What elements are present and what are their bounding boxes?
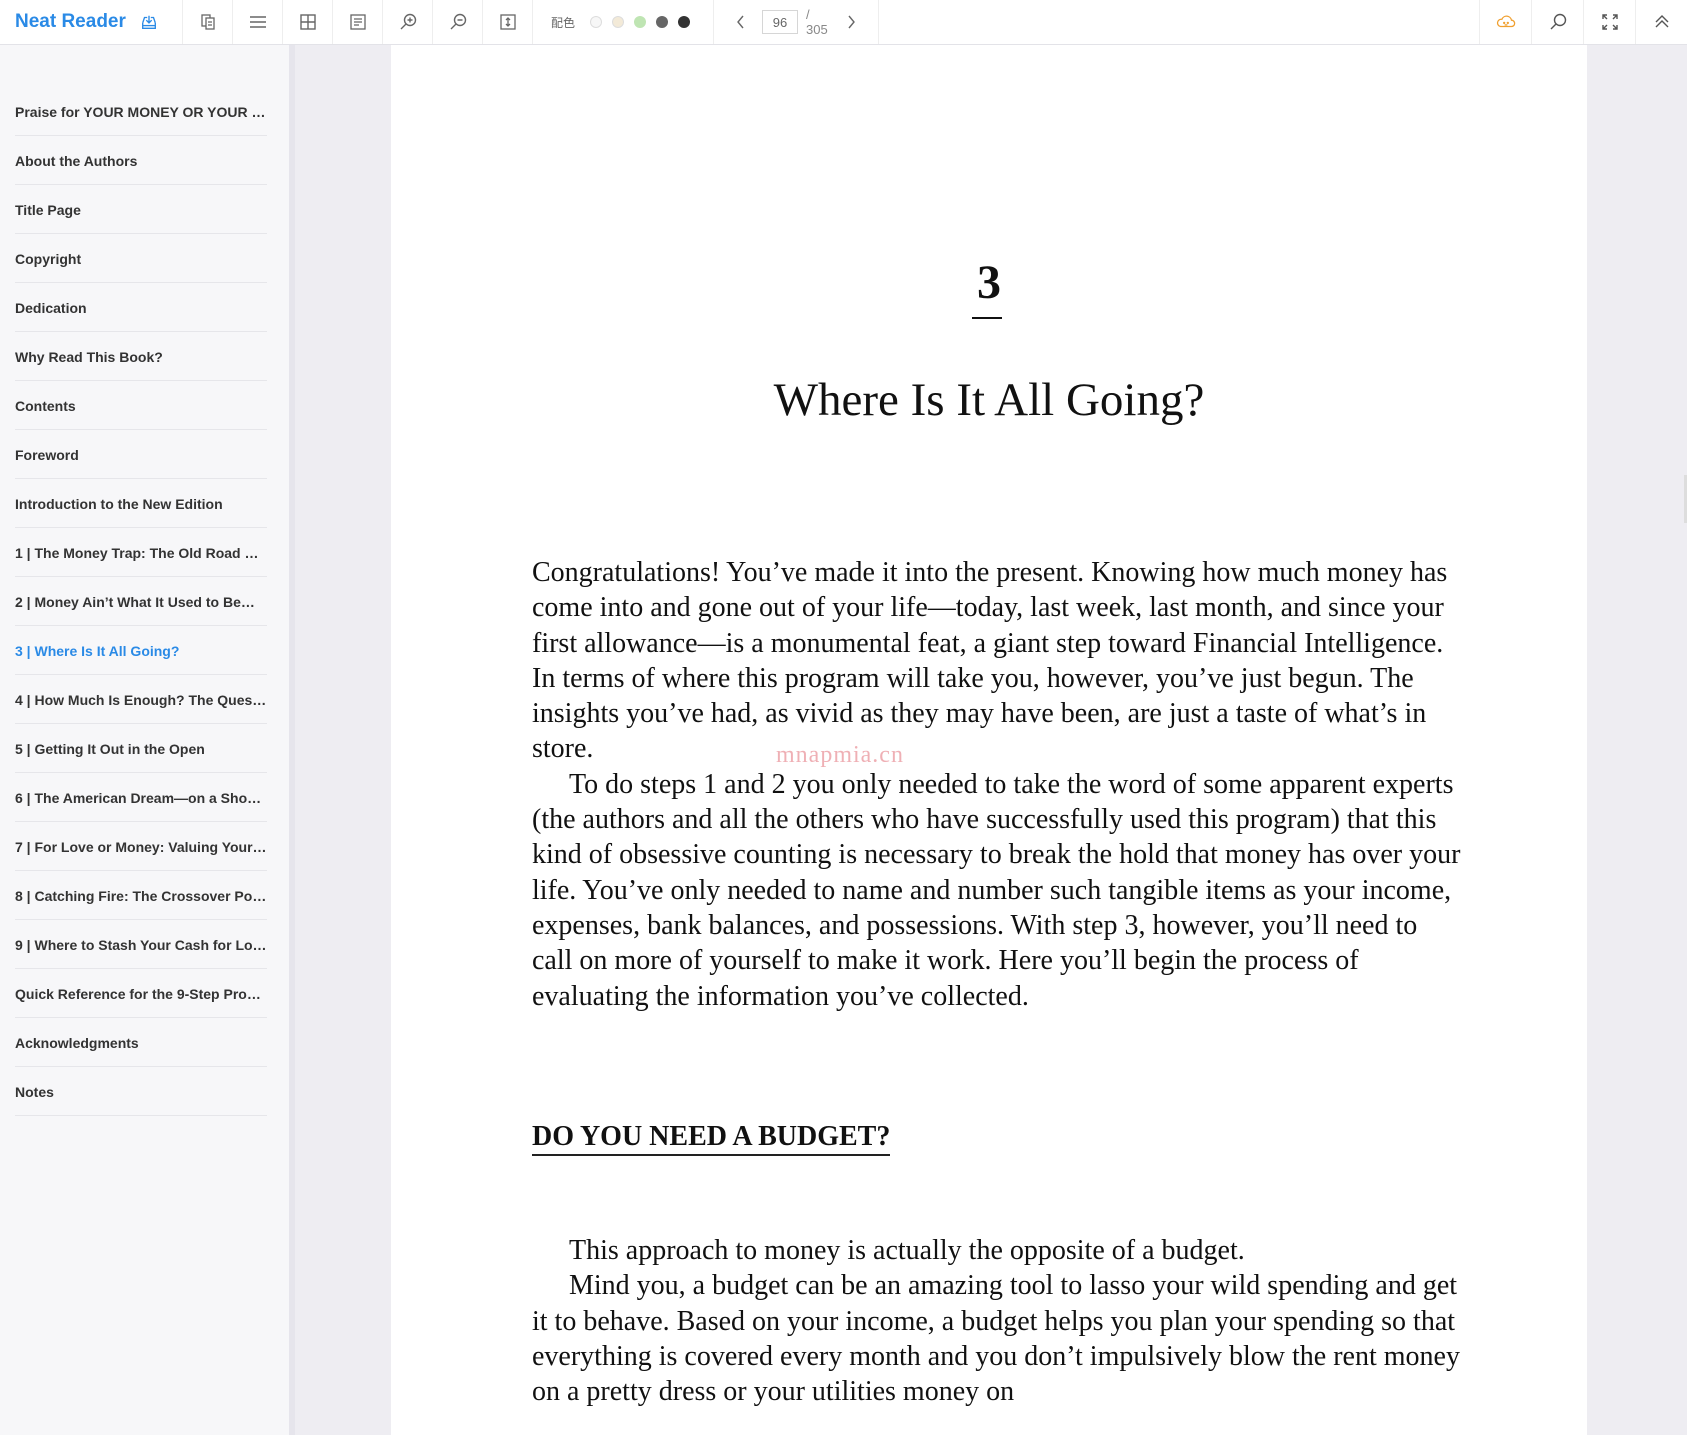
toc-item[interactable]: 2 | Money Ain’t What It Used to Be—and N…	[15, 577, 267, 626]
toc-item[interactable]: 7 | For Love or Money: Valuing Your Life…	[15, 822, 267, 871]
toc-item-label: Title Page	[15, 201, 81, 218]
toc-item-label: 4 | How Much Is Enough? The Question	[15, 691, 267, 708]
toc-item[interactable]: About the Authors	[15, 136, 267, 185]
toc-item[interactable]: Praise for YOUR MONEY OR YOUR LIFE	[15, 87, 267, 136]
toc-item-label: 3 | Where Is It All Going?	[15, 642, 180, 659]
cloud-sync-icon	[1496, 15, 1515, 28]
theme-white-swatch[interactable]	[590, 16, 603, 28]
toc-item-label: Praise for YOUR MONEY OR YOUR LIFE	[15, 103, 267, 120]
toc-list: Praise for YOUR MONEY OR YOUR LIFE About …	[0, 45, 289, 1116]
toc-item[interactable]: 6 | The American Dream—on a Shoestring	[15, 773, 267, 822]
page-total: / 305	[806, 7, 828, 37]
toc-menu-icon	[249, 16, 266, 28]
notes-icon	[349, 14, 366, 30]
toc-item-label: Introduction to the New Edition	[15, 495, 223, 512]
page-number-input[interactable]	[762, 10, 798, 34]
theme-gray-swatch[interactable]	[656, 16, 669, 28]
toc-item[interactable]: Copyright	[15, 234, 267, 283]
toc-item[interactable]: 1 | The Money Trap: The Old Road Map for…	[15, 528, 267, 577]
toolbar: Neat Reader 配色 / 305	[0, 0, 1687, 45]
zoom-out-button[interactable]	[433, 0, 483, 44]
chevron-right-icon	[848, 15, 855, 29]
chapter-number: 3	[977, 256, 1001, 309]
brand: Neat Reader	[0, 0, 183, 44]
search-button[interactable]	[1531, 0, 1583, 44]
theme-green-swatch[interactable]	[634, 16, 647, 28]
paragraph: Mind you, a budget can be an amazing too…	[532, 1270, 1460, 1408]
fullscreen-icon	[1601, 14, 1618, 30]
toc-item[interactable]: Introduction to the New Edition	[15, 479, 267, 528]
prev-page-button[interactable]	[732, 12, 750, 32]
theme-picker: 配色	[533, 0, 715, 44]
fit-height-button[interactable]	[483, 0, 533, 44]
theme-label: 配色	[551, 15, 576, 30]
toc-item-label: 1 | The Money Trap: The Old Road Map for…	[15, 544, 267, 561]
toc-item-label: Copyright	[15, 250, 82, 267]
theme-cream-swatch[interactable]	[612, 16, 625, 28]
toolbar-right	[1479, 0, 1687, 44]
toc-item[interactable]: Notes	[15, 1067, 267, 1116]
reading-area: 3 Where Is It All Going? Congratulations…	[295, 45, 1687, 1435]
toc-item[interactable]: Title Page	[15, 185, 267, 234]
toc-sidebar: Praise for YOUR MONEY OR YOUR LIFE About …	[0, 45, 295, 1435]
page-navigator: / 305	[714, 0, 880, 44]
toc-item[interactable]: Acknowledgments	[15, 1018, 267, 1067]
zoom-out-icon	[450, 13, 466, 30]
toc-item[interactable]: 8 | Catching Fire: The Crossover Point	[15, 871, 267, 920]
toc-item-label: 5 | Getting It Out in the Open	[15, 740, 205, 757]
book-page: 3 Where Is It All Going? Congratulations…	[391, 45, 1587, 1435]
toc-item-label: Quick Reference for the 9-Step Program	[15, 985, 267, 1002]
import-book-icon[interactable]	[140, 13, 158, 31]
toc-item-label: Dedication	[15, 299, 87, 316]
zoom-in-icon	[400, 13, 416, 30]
toc-item-label: 8 | Catching Fire: The Crossover Point	[15, 887, 267, 904]
collapse-up-icon	[1655, 15, 1668, 28]
cloud-sync-button[interactable]	[1479, 0, 1531, 44]
grid-layout-button[interactable]	[283, 0, 333, 44]
toc-item[interactable]: 4 | How Much Is Enough? The Question	[15, 675, 267, 724]
toc-item-active[interactable]: 3 | Where Is It All Going?	[15, 626, 267, 675]
toc-item-label: Why Read This Book?	[15, 348, 163, 365]
toc-item[interactable]: Contents	[15, 381, 267, 430]
section-body: This approach to money is actually the o…	[532, 1233, 1462, 1409]
paragraph: Congratulations! You’ve made it into the…	[532, 557, 1448, 765]
toc-item[interactable]: 5 | Getting It Out in the Open	[15, 724, 267, 773]
chapter-rule	[972, 317, 1002, 319]
copy-pages-icon	[200, 14, 215, 30]
toc-menu-button[interactable]	[233, 0, 283, 44]
toc-item-label: Notes	[15, 1083, 54, 1100]
toc-item[interactable]: Foreword	[15, 430, 267, 479]
search-icon	[1550, 13, 1566, 30]
notes-button[interactable]	[333, 0, 383, 44]
next-page-button[interactable]	[842, 12, 860, 32]
toc-item-label: 2 | Money Ain’t What It Used to Be—and N…	[15, 593, 267, 610]
toc-item[interactable]: Dedication	[15, 283, 267, 332]
chapter-title: Where Is It All Going?	[773, 374, 1205, 426]
toc-item[interactable]: Quick Reference for the 9-Step Program	[15, 969, 267, 1018]
toc-item-label: 7 | For Love or Money: Valuing Your Life…	[15, 838, 267, 855]
chapter-body: Congratulations! You’ve made it into the…	[532, 555, 1462, 1014]
paragraph: This approach to money is actually the o…	[569, 1235, 1245, 1266]
paragraph: To do steps 1 and 2 you only needed to t…	[532, 768, 1461, 1012]
fit-height-icon	[499, 14, 516, 30]
section-heading: DO YOU NEED A BUDGET?	[532, 1120, 891, 1156]
toc-item-label: 9 | Where to Stash Your Cash for Long-Te…	[15, 936, 267, 953]
toc-item-label: Acknowledgments	[15, 1034, 139, 1051]
toc-item-label: Foreword	[15, 446, 79, 463]
grid-layout-icon	[299, 14, 316, 30]
toc-item[interactable]: 9 | Where to Stash Your Cash for Long-Te…	[15, 920, 267, 969]
collapse-toolbar-button[interactable]	[1635, 0, 1687, 44]
fullscreen-button[interactable]	[1583, 0, 1635, 44]
toc-item-label: Contents	[15, 397, 76, 414]
theme-dark-swatch[interactable]	[678, 16, 691, 28]
chevron-left-icon	[737, 15, 744, 29]
app-name: Neat Reader	[15, 11, 126, 32]
zoom-in-button[interactable]	[383, 0, 433, 44]
toc-item-label: 6 | The American Dream—on a Shoestring	[15, 789, 267, 806]
toc-item[interactable]: Why Read This Book?	[15, 332, 267, 381]
copy-pages-button[interactable]	[183, 0, 233, 44]
toc-item-label: About the Authors	[15, 152, 138, 169]
